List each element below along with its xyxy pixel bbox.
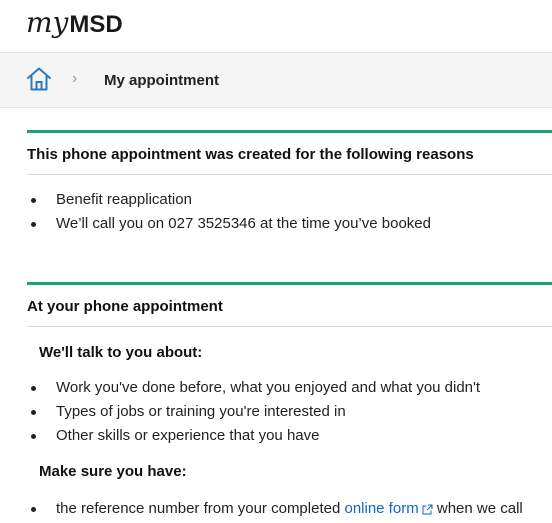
section-divider <box>27 174 552 175</box>
breadcrumb: › My appointment <box>0 53 552 108</box>
chevron-right-icon: › <box>72 70 78 87</box>
list-item: Types of jobs or training you're interes… <box>27 400 552 424</box>
logo-msd-text: MSD <box>69 11 123 38</box>
breadcrumb-current: My appointment <box>104 72 219 89</box>
talk-list: Work you've done before, what you enjoye… <box>27 376 552 448</box>
have-item-suffix: when we call <box>432 500 523 517</box>
site-header: my MSD <box>0 0 552 53</box>
have-list: the reference number from your completed… <box>27 497 552 521</box>
list-item: Other skills or experience that you have <box>27 424 552 448</box>
section-title: This phone appointment was created for t… <box>27 146 474 163</box>
list-item: We’ll call you on 027 3525346 at the tim… <box>27 212 552 236</box>
section-reasons: This phone appointment was created for t… <box>27 130 552 236</box>
reasons-list: Benefit reapplication We’ll call you on … <box>27 188 552 236</box>
section-divider <box>27 326 552 327</box>
list-item: the reference number from your completed… <box>27 497 552 521</box>
section-title: At your phone appointment <box>27 298 223 315</box>
external-link-icon <box>422 504 433 515</box>
home-icon[interactable] <box>26 66 52 92</box>
talk-heading: We'll talk to you about: <box>39 344 203 361</box>
section-at-appointment: At your phone appointment We'll talk to … <box>27 282 552 521</box>
mymsd-logo[interactable]: my MSD <box>26 6 123 42</box>
list-item: Benefit reapplication <box>27 188 552 212</box>
list-item: Work you've done before, what you enjoye… <box>27 376 552 400</box>
logo-my-text: my <box>26 6 69 39</box>
have-item-prefix: the reference number from your completed <box>56 500 345 517</box>
online-form-link[interactable]: online form <box>344 500 418 517</box>
have-heading: Make sure you have: <box>39 463 187 480</box>
